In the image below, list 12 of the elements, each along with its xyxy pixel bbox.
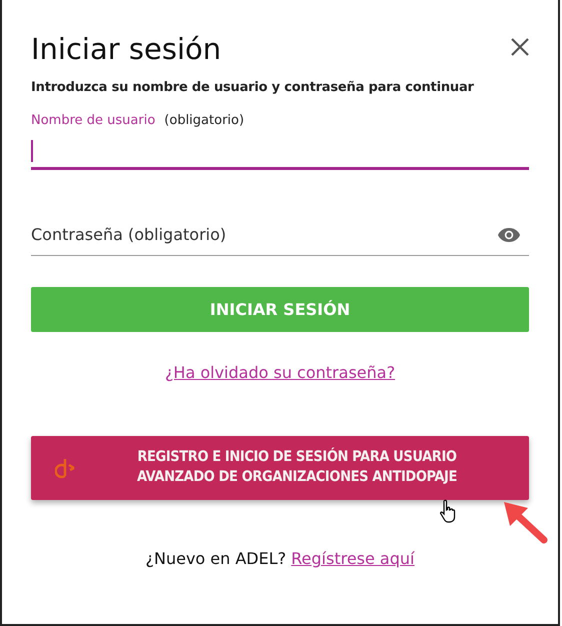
advanced-login-button[interactable]: REGISTRO E INICIO DE SESIÓN PARA USUARIO AVANZADO DE ORGANIZACIONES ANTIDOPAJE [31, 436, 529, 500]
field-label: Nombre de usuario [31, 113, 156, 128]
eye-icon[interactable] [497, 226, 521, 242]
arrow-icon [502, 500, 550, 546]
dialog-title: Iniciar sesión [31, 32, 222, 66]
close-button[interactable] [511, 38, 529, 56]
pointer-cursor-icon [439, 499, 457, 523]
required-note: (obligatorio) [164, 113, 244, 128]
footer-text: ¿Nuevo en ADEL? [146, 549, 286, 568]
dialog-subtitle: Introduzca su nombre de usuario y contraseña para continuar [31, 80, 475, 95]
forgot-password-link[interactable]: ¿Ha olvidado su contraseña? [164, 363, 396, 382]
register-link[interactable]: Regístrese aquí [291, 549, 414, 568]
